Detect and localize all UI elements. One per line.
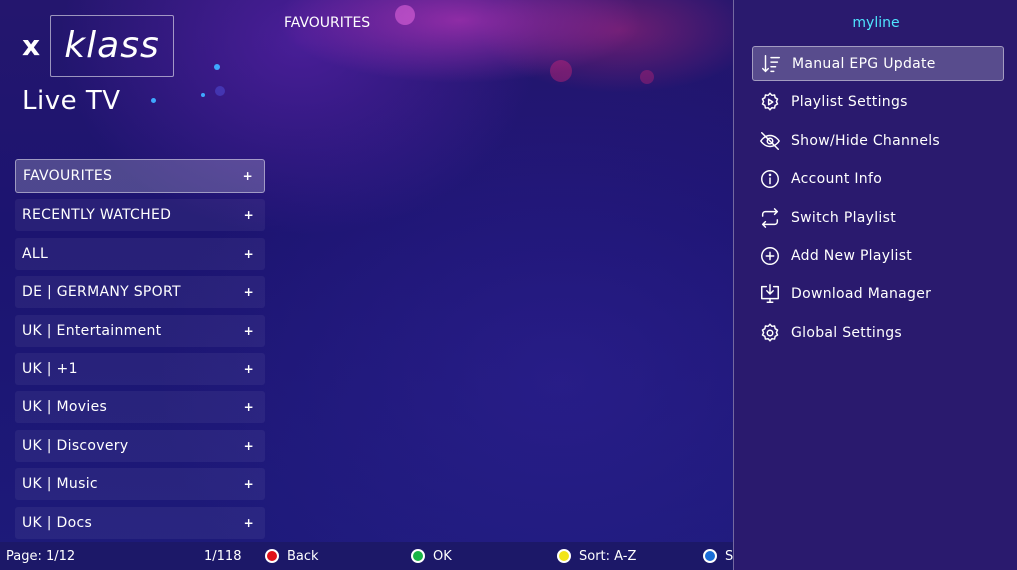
red-button-icon	[265, 549, 279, 563]
sort-down-icon	[760, 53, 782, 75]
menu-item-account-info[interactable]: Account Info	[752, 162, 1004, 196]
category-label: UK | Discovery	[22, 437, 129, 454]
plus-circle-icon	[759, 245, 781, 267]
bokeh-light	[215, 86, 225, 96]
side-menu-panel: myline Manual EPG Update Playlist Settin…	[733, 0, 1017, 570]
menu-item-label: Global Settings	[791, 324, 903, 341]
ok-label: OK	[433, 548, 452, 564]
category-item-uk-entertainment[interactable]: UK | Entertainment +	[15, 314, 265, 347]
menu-item-global-settings[interactable]: Global Settings	[752, 316, 1004, 350]
expand-plus-icon: +	[243, 323, 254, 338]
username-label: myline	[852, 15, 900, 31]
info-icon	[759, 168, 781, 190]
logo-wordmark: klass	[50, 14, 174, 77]
category-item-favourites[interactable]: FAVOURITES +	[15, 159, 265, 193]
logo-x: x	[22, 29, 41, 62]
bokeh-light	[201, 93, 205, 97]
menu-item-manual-epg-update[interactable]: Manual EPG Update	[752, 46, 1004, 81]
menu-item-label: Account Info	[791, 171, 883, 188]
category-label: UK | +1	[22, 360, 78, 377]
ok-button[interactable]: OK	[411, 542, 452, 570]
expand-plus-icon: +	[242, 169, 253, 183]
menu-item-label: Download Manager	[791, 286, 932, 303]
blue-label: S	[725, 548, 734, 564]
menu-item-label: Manual EPG Update	[792, 55, 936, 72]
category-item-uk-plus1[interactable]: UK | +1 +	[15, 352, 265, 385]
category-label: UK | Docs	[22, 514, 93, 531]
category-item-uk-docs[interactable]: UK | Docs +	[15, 506, 265, 539]
sort-button[interactable]: Sort: A-Z	[557, 542, 636, 570]
menu-item-label: Playlist Settings	[791, 94, 908, 111]
bokeh-light	[550, 60, 572, 82]
bokeh-light	[151, 98, 156, 103]
menu-item-switch-playlist[interactable]: Switch Playlist	[752, 201, 1004, 235]
menu-item-playlist-settings[interactable]: Playlist Settings	[752, 85, 1004, 119]
menu-item-add-new-playlist[interactable]: Add New Playlist	[752, 239, 1004, 273]
expand-plus-icon: +	[243, 438, 254, 453]
menu-item-show-hide-channels[interactable]: Show/Hide Channels	[752, 124, 1004, 158]
category-label: UK | Music	[22, 476, 98, 493]
expand-plus-icon: +	[243, 361, 254, 376]
page-title: Live TV	[22, 86, 121, 116]
category-item-uk-music[interactable]: UK | Music +	[15, 468, 265, 501]
expand-plus-icon: +	[243, 246, 254, 261]
category-item-uk-movies[interactable]: UK | Movies +	[15, 391, 265, 424]
page-indicator: Page: 1/12	[6, 548, 76, 564]
menu-item-label: Show/Hide Channels	[791, 132, 941, 149]
menu-item-download-manager[interactable]: Download Manager	[752, 277, 1004, 311]
blue-button[interactable]: S	[703, 542, 733, 570]
download-monitor-icon	[759, 283, 781, 305]
live-tv-screen: x klass Live TV FAVOURITES FAVOURITES + …	[0, 0, 1017, 570]
category-list: FAVOURITES + RECENTLY WATCHED + ALL + DE…	[15, 159, 265, 545]
category-label: FAVOURITES	[23, 168, 113, 184]
menu-item-label: Switch Playlist	[791, 209, 896, 226]
eye-off-icon	[759, 130, 781, 152]
bokeh-light	[214, 64, 220, 70]
switch-icon	[759, 207, 781, 229]
expand-plus-icon: +	[243, 515, 254, 530]
sort-label: Sort: A-Z	[579, 548, 637, 564]
category-item-recently-watched[interactable]: RECENTLY WATCHED +	[15, 199, 265, 232]
current-category-title: FAVOURITES	[284, 15, 371, 31]
gear-icon	[759, 322, 781, 344]
bokeh-light	[395, 5, 415, 25]
channel-count: 1/118	[204, 548, 242, 564]
expand-plus-icon: +	[243, 400, 254, 415]
back-button[interactable]: Back	[265, 542, 319, 570]
category-item-uk-discovery[interactable]: UK | Discovery +	[15, 429, 265, 462]
back-label: Back	[287, 548, 319, 564]
category-label: RECENTLY WATCHED	[22, 207, 172, 224]
gear-play-icon	[759, 91, 781, 113]
expand-plus-icon: +	[243, 477, 254, 492]
category-label: UK | Movies	[22, 399, 108, 416]
bokeh-light	[640, 70, 654, 84]
bottom-bar: Page: 1/12 1/118 Back OK Sort: A-Z S	[0, 542, 733, 570]
yellow-button-icon	[557, 549, 571, 563]
category-item-de-germany-sport[interactable]: DE | GERMANY SPORT +	[15, 276, 265, 309]
menu-item-label: Add New Playlist	[791, 247, 913, 264]
category-item-all[interactable]: ALL +	[15, 237, 265, 270]
category-label: DE | GERMANY SPORT	[22, 284, 181, 301]
blue-button-icon	[703, 549, 717, 563]
expand-plus-icon: +	[243, 208, 254, 223]
green-button-icon	[411, 549, 425, 563]
category-label: ALL	[22, 245, 49, 262]
expand-plus-icon: +	[243, 285, 254, 300]
category-label: UK | Entertainment	[22, 322, 162, 339]
side-menu: Manual EPG Update Playlist Settings Show…	[752, 46, 1004, 354]
app-logo: x klass	[22, 14, 174, 77]
